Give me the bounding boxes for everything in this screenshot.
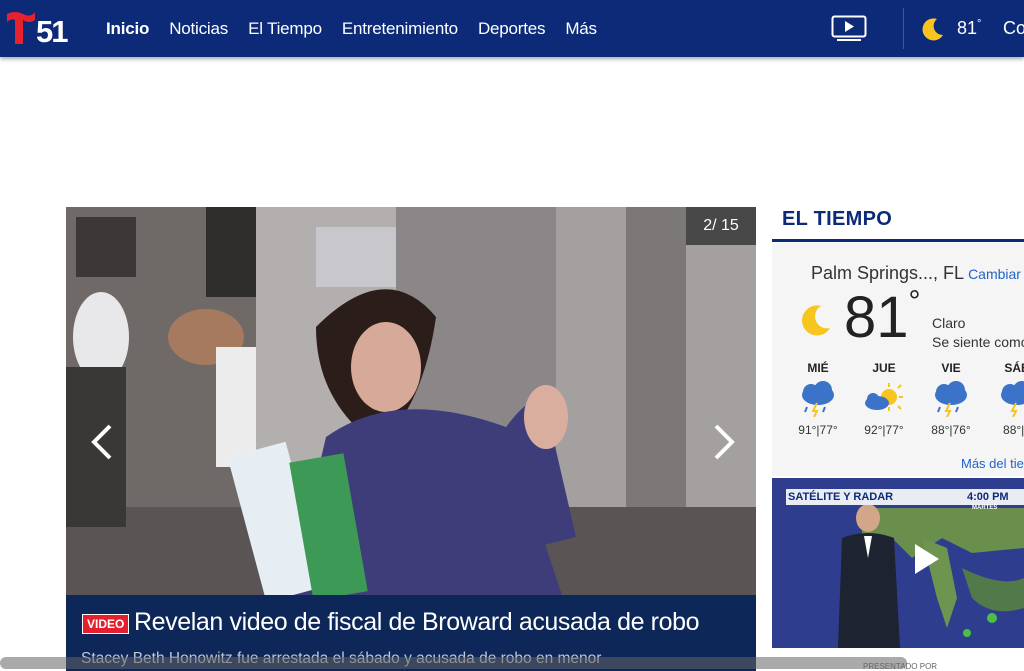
forecast-day[interactable]: MIÉ 91°|77° — [791, 361, 845, 437]
nav-noticias[interactable]: Noticias — [169, 19, 228, 39]
weather-section-title[interactable]: EL TIEMPO — [782, 208, 892, 231]
news-slideshow[interactable]: 2/ 15 VIDEO Revelan video de fiscal de B… — [66, 207, 756, 671]
forecast-day[interactable]: JUE 92°|77° — [857, 361, 911, 437]
moon-icon — [922, 18, 943, 41]
more-weather-link[interactable]: Más del tiempo — [961, 456, 1024, 471]
nav-inicio[interactable]: Inicio — [106, 19, 149, 39]
nav-mas[interactable]: Más — [565, 19, 597, 39]
sponsor-label: PRESENTADO POR — [863, 662, 938, 671]
radar-day: MARTES — [972, 505, 998, 511]
nav-deportes[interactable]: Deportes — [478, 19, 546, 39]
radar-title: SATÉLITE Y RADAR — [788, 491, 894, 503]
slide-counter: 2/ 15 — [686, 207, 756, 245]
forecast-day[interactable]: SÁB 88°|7 — [990, 361, 1024, 437]
rain-storm-icon — [802, 381, 834, 417]
nav-entretenimiento[interactable]: Entretenimiento — [342, 19, 458, 39]
moon-icon — [802, 305, 830, 336]
play-icon[interactable] — [907, 540, 945, 578]
top-nav-bar: 51 Inicio Noticias El Tiempo Entretenimi… — [0, 0, 1024, 57]
svg-text:51: 51 — [36, 14, 68, 46]
current-condition: Claro — [932, 315, 966, 331]
previous-slide-icon[interactable] — [86, 422, 120, 462]
weather-location: Palm Springs..., FL Cambiar — [811, 263, 1021, 283]
change-location-link[interactable]: Cambiar — [968, 266, 1021, 282]
weather-title-rule — [772, 239, 1024, 242]
nav-el-tiempo[interactable]: El Tiempo — [248, 19, 322, 39]
radar-time: 4:00 PM — [967, 491, 1009, 503]
video-play-icon[interactable] — [831, 15, 867, 42]
rain-storm-icon — [1001, 381, 1024, 417]
weather-widget: Palm Springs..., FL Cambiar 81° Claro Se … — [772, 243, 1024, 476]
feels-like-label: Se siente como — [932, 334, 1024, 350]
video-badge: VIDEO — [82, 614, 130, 634]
horizontal-scrollbar[interactable] — [0, 657, 907, 669]
header-truncated-link[interactable]: Co — [1003, 18, 1024, 39]
header-temperature[interactable]: 81° — [957, 18, 981, 39]
current-temperature: 81° — [844, 285, 921, 350]
partly-sunny-icon — [865, 383, 903, 411]
radar-video-thumbnail[interactable]: SATÉLITE Y RADAR 4:00 PM MARTES — [772, 478, 1024, 648]
next-slide-icon[interactable] — [706, 422, 740, 462]
telemundo-51-logo[interactable]: 51 — [5, 10, 69, 46]
main-nav: Inicio Noticias El Tiempo Entretenimient… — [106, 0, 617, 57]
slide-headline[interactable]: Revelan video de fiscal de Broward acusa… — [134, 608, 699, 637]
forecast-day[interactable]: VIE 88°|76° — [924, 361, 978, 437]
rain-storm-icon — [935, 381, 967, 417]
nav-divider — [903, 8, 904, 49]
